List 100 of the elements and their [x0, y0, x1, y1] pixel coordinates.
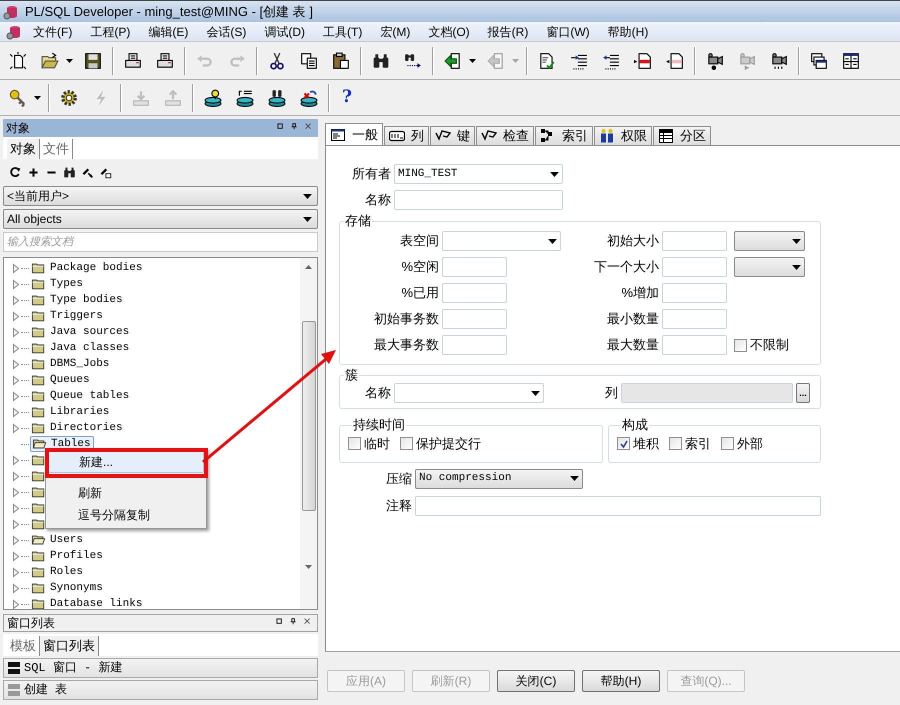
- binoculars-icon[interactable]: [372, 52, 390, 70]
- checkbox[interactable]: [400, 437, 413, 450]
- tree-item[interactable]: Users: [50, 533, 84, 547]
- caret-icon[interactable]: [548, 238, 557, 244]
- menu-item[interactable]: 刷新: [48, 482, 204, 504]
- columns-field[interactable]: [621, 383, 793, 403]
- tree-item[interactable]: Java classes: [50, 341, 130, 355]
- camera-icon[interactable]: [706, 52, 724, 70]
- scissors-icon[interactable]: [268, 52, 286, 70]
- owner-dropdown[interactable]: MING_TEST: [394, 164, 563, 184]
- expand-icon[interactable]: [12, 454, 20, 466]
- expand-icon[interactable]: [12, 326, 20, 338]
- checkbox[interactable]: [617, 437, 630, 450]
- comment-field[interactable]: [415, 496, 821, 516]
- menu-item[interactable]: 帮助(H): [602, 22, 654, 40]
- tree-item[interactable]: Type bodies: [50, 293, 123, 307]
- database-binoculars-icon[interactable]: [268, 88, 286, 106]
- expand-icon[interactable]: [12, 566, 20, 578]
- expand-icon[interactable]: [12, 374, 20, 386]
- plus-icon[interactable]: [27, 166, 40, 178]
- printer-icon[interactable]: [156, 52, 174, 70]
- input-field[interactable]: [662, 257, 727, 277]
- database-icon[interactable]: [236, 88, 254, 106]
- gear-icon[interactable]: [60, 88, 78, 106]
- expand-icon[interactable]: [12, 310, 20, 322]
- expand-icon[interactable]: [12, 358, 20, 370]
- input-field[interactable]: [442, 335, 507, 355]
- app-logo-icon[interactable]: [6, 24, 22, 40]
- expand-icon[interactable]: [12, 470, 20, 482]
- tab[interactable]: 列: [384, 126, 429, 145]
- tree-item[interactable]: Queues: [50, 373, 90, 387]
- name-field[interactable]: [394, 190, 563, 210]
- tab[interactable]: 一般: [325, 123, 383, 145]
- tree-item[interactable]: Libraries: [50, 405, 110, 419]
- caret-icon[interactable]: [303, 194, 312, 198]
- help-button[interactable]: ?: [333, 86, 361, 110]
- dialog-button[interactable]: 关闭(C): [497, 670, 575, 692]
- expand-icon[interactable]: [12, 422, 20, 434]
- tab[interactable]: 权限: [594, 126, 652, 145]
- clipboard-icon[interactable]: [332, 52, 350, 70]
- binoculars-arrow-icon[interactable]: [404, 52, 422, 70]
- tab[interactable]: 键: [430, 126, 475, 145]
- tree-item[interactable]: Profiles: [50, 549, 103, 563]
- refresh-icon[interactable]: [9, 166, 22, 178]
- camera-icon[interactable]: [770, 52, 788, 70]
- key-lock-icon[interactable]: [99, 166, 112, 178]
- expand-icon[interactable]: [12, 262, 20, 274]
- menu-item[interactable]: 调试(D): [259, 22, 310, 40]
- caret-icon[interactable]: [66, 58, 73, 62]
- menu-item[interactable]: 宏(M): [375, 22, 416, 40]
- key-icon[interactable]: [9, 88, 27, 106]
- key-filter-icon[interactable]: [81, 166, 94, 178]
- tab[interactable]: 文件: [40, 139, 73, 159]
- menu-item[interactable]: 逗号分隔复制: [48, 504, 204, 526]
- menu-item[interactable]: 新建...: [48, 451, 204, 473]
- tree-item[interactable]: Java sources: [50, 325, 130, 339]
- expand-icon[interactable]: [12, 550, 20, 562]
- tree-item[interactable]: Roles: [50, 565, 84, 579]
- database-bulb-icon[interactable]: [204, 88, 222, 106]
- new-file-icon[interactable]: [9, 52, 27, 70]
- compression-dropdown[interactable]: No compression: [415, 468, 583, 488]
- input-field[interactable]: [442, 283, 507, 303]
- caret-icon[interactable]: [469, 58, 476, 62]
- cascade-windows-icon[interactable]: [810, 52, 828, 70]
- caret-icon[interactable]: [792, 238, 801, 244]
- tile-windows-icon[interactable]: [842, 52, 860, 70]
- tree-item[interactable]: Database links: [50, 597, 142, 609]
- checkbox[interactable]: [348, 437, 361, 450]
- checkbox[interactable]: [721, 437, 734, 450]
- caret-icon[interactable]: [570, 476, 579, 481]
- expand-icon[interactable]: [12, 294, 20, 306]
- menu-item[interactable]: 文档(O): [423, 22, 475, 40]
- tree-item[interactable]: Package bodies: [50, 261, 142, 275]
- input-field[interactable]: [662, 231, 727, 251]
- input-field[interactable]: [662, 335, 727, 355]
- scroll-up-icon[interactable]: [305, 265, 312, 269]
- input-field[interactable]: [442, 309, 507, 329]
- tree-item[interactable]: Triggers: [50, 309, 103, 323]
- menu-item[interactable]: 编辑(E): [143, 22, 194, 40]
- caret-icon[interactable]: [792, 264, 801, 270]
- menu-item[interactable]: 工程(P): [85, 22, 136, 40]
- checkbox[interactable]: [734, 338, 747, 352]
- binoculars-icon[interactable]: [63, 166, 76, 178]
- input-field[interactable]: [662, 309, 727, 329]
- tree-item[interactable]: Queue tables: [50, 389, 130, 403]
- tab[interactable]: 对象: [7, 139, 40, 159]
- input-field[interactable]: [442, 257, 507, 277]
- owner-dropdown[interactable]: <当前用户>: [3, 186, 318, 206]
- expand-icon[interactable]: [12, 582, 20, 594]
- caret-icon[interactable]: [303, 216, 312, 222]
- tab[interactable]: 检查: [476, 126, 534, 145]
- expand-icon[interactable]: [12, 390, 20, 402]
- window-list-item[interactable]: 创建 表: [3, 680, 318, 700]
- menu-item[interactable]: 工具(T): [318, 22, 368, 40]
- menu-item[interactable]: 窗口(W): [541, 22, 595, 40]
- tree-item[interactable]: Synonyms: [50, 581, 103, 595]
- scrollbar-thumb[interactable]: [302, 321, 316, 511]
- open-folder-icon[interactable]: [41, 52, 59, 70]
- browse-button[interactable]: ...: [796, 383, 810, 403]
- tree-item[interactable]: Types: [50, 277, 84, 291]
